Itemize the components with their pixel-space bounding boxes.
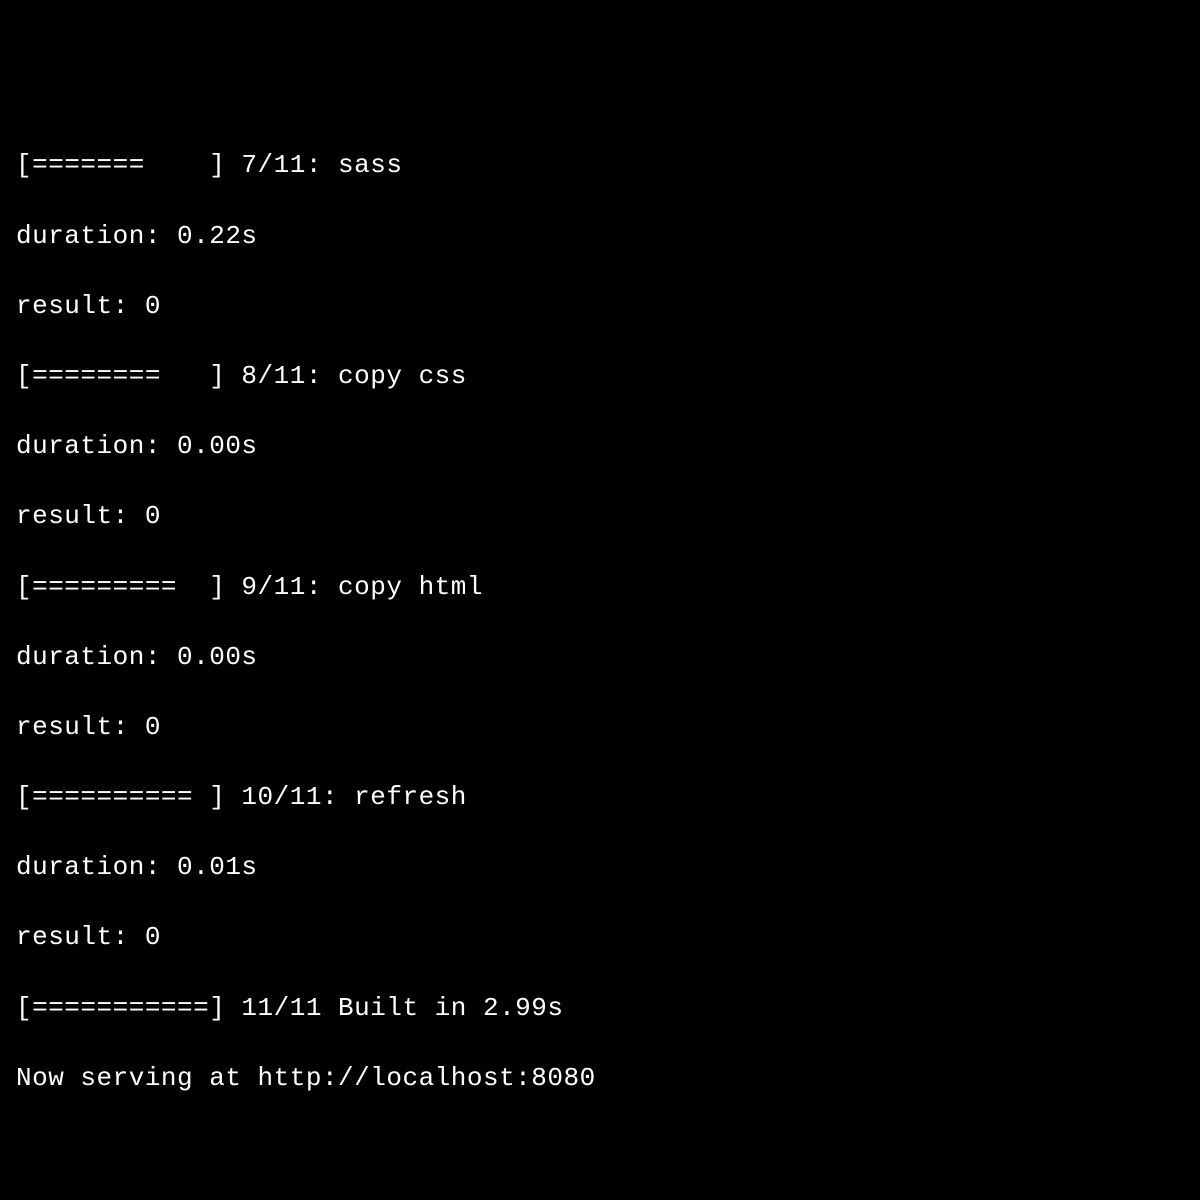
terminal-line: duration: 0.01s (16, 850, 1184, 885)
terminal-line: [======= ] 7/11: sass (16, 148, 1184, 183)
terminal-line: Now serving at http://localhost:8080 (16, 1061, 1184, 1096)
terminal-line: duration: 0.00s (16, 640, 1184, 675)
terminal-line: result: 0 (16, 920, 1184, 955)
terminal-line: duration: 0.00s (16, 429, 1184, 464)
terminal-line: [===========] 11/11 Built in 2.99s (16, 991, 1184, 1026)
terminal-line: [======== ] 8/11: copy css (16, 359, 1184, 394)
terminal-line: result: 0 (16, 710, 1184, 745)
terminal-line: result: 0 (16, 499, 1184, 534)
terminal-line: result: 0 (16, 289, 1184, 324)
terminal-line: [========= ] 9/11: copy html (16, 570, 1184, 605)
terminal-line: duration: 0.22s (16, 219, 1184, 254)
terminal-line: [========== ] 10/11: refresh (16, 780, 1184, 815)
